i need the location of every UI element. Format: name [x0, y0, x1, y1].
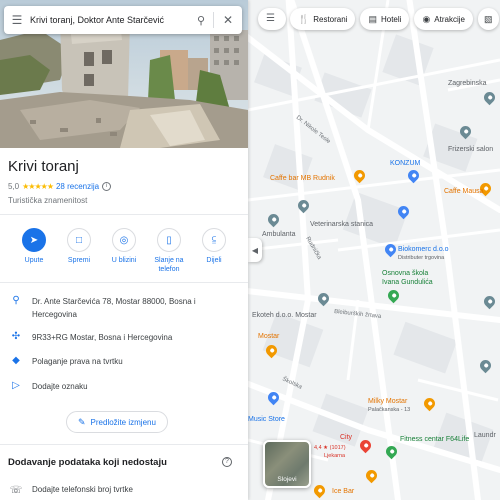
nearby-button[interactable]: ◎ U blizini: [104, 228, 144, 274]
directions-icon: ➤: [22, 228, 46, 252]
share-button[interactable]: ⫅ Dijeli: [194, 228, 234, 274]
bookmark-icon: □: [67, 228, 91, 252]
map-label-milky: Milky Mostar: [368, 398, 408, 405]
chevron-left-icon: ◀: [251, 245, 259, 255]
menu-icon[interactable]: ☰: [4, 13, 30, 27]
send-to-phone-button[interactable]: ▯ Slanje na telefon: [149, 228, 189, 274]
more-icon: ▧: [483, 13, 493, 24]
map-label-veterinarska: Veterinarska stanica: [310, 221, 374, 228]
plus-code-row[interactable]: ✣ 9R33+RG Mostar, Bosna i Hercegovina: [0, 331, 248, 344]
chip-hotels-label: Hoteli: [380, 14, 402, 24]
map-label-biokomerc-sub: Distributer trgovina: [398, 255, 445, 261]
save-button[interactable]: □ Spremi: [59, 228, 99, 274]
map-label-biokomerc: Biokomerc d.o.o: [398, 246, 449, 253]
label-icon: ▷: [12, 380, 20, 391]
map-label-palackanska: Palačkanska - 13: [368, 407, 411, 413]
add-phone-row[interactable]: ☏ Dodajte telefonski broj tvrtke: [0, 485, 133, 496]
map-label-laundry: Laundr: [474, 432, 496, 439]
close-icon[interactable]: ✕: [214, 13, 242, 27]
share-icon: ⫅: [202, 228, 226, 252]
collapse-panel-button[interactable]: ◀: [248, 238, 262, 262]
divider: [0, 444, 248, 445]
rating-stars: ★★★★★: [22, 182, 54, 191]
phone-icon: ☏: [9, 485, 23, 496]
nearby-icon: ◎: [112, 228, 136, 252]
chip-more[interactable]: ▧: [477, 8, 499, 30]
help-icon[interactable]: ?: [222, 457, 232, 467]
map-label-mostar: Mostar: [258, 333, 280, 340]
missing-info-heading: Dodavanje podataka koji nedostaju: [8, 457, 167, 468]
map-label-music-store: Music Store: [248, 416, 285, 423]
plus-code-icon: ✣: [11, 331, 21, 342]
chip-attractions[interactable]: ◉ Atrakcije: [414, 8, 473, 30]
place-title: Krivi toranj: [8, 158, 79, 175]
pencil-icon: ✎: [78, 416, 86, 427]
rating-row: 5,0 ★★★★★ 28 recenzija i: [8, 182, 112, 191]
map-label-ambulanta: Ambulanta: [262, 231, 296, 238]
map-label-frizerski: Frizerski salon: [448, 146, 494, 153]
place-panel: ☰ ⚲ ✕ Krivi toranj 5,0 ★★★★★ 28 recenzij…: [0, 0, 248, 500]
claim-business-row[interactable]: ◆ Polaganje prava na tvrtku: [0, 355, 248, 368]
nearby-label: U blizini: [111, 257, 137, 264]
send-to-phone-label: Slanje na telefon: [154, 257, 184, 273]
chip-attractions-label: Atrakcije: [434, 14, 465, 24]
directions-button[interactable]: ➤ Upute: [14, 228, 54, 274]
chip-restaurants[interactable]: 🍴 Restorani: [290, 8, 356, 30]
map-label-caffe-rudnik: Caffe bar MB Rudnik: [270, 175, 335, 182]
divider: [0, 214, 248, 215]
map-label-city: City: [340, 434, 353, 441]
map-label-city-rating: 4,4 ★ (1017): [314, 445, 346, 451]
claim-business-text: Polaganje prava na tvrtku: [32, 357, 123, 366]
suggest-edit-button[interactable]: ✎ Predložite izmjenu: [66, 411, 168, 433]
map-canvas[interactable]: Dr. Nikole Tesle Rudnička Bleiburških žr…: [248, 0, 500, 500]
layers-button[interactable]: Slojevi: [263, 440, 311, 488]
maps-app: Dr. Nikole Tesle Rudnička Bleiburških žr…: [0, 0, 500, 500]
map-label-caffe-mausa: Caffe Mausa: [444, 188, 484, 195]
map-roads: Dr. Nikole Tesle Rudnička Bleiburških žr…: [248, 0, 500, 500]
category-chips: 🍴 Restorani ▤ Hoteli ◉ Atrakcije ▧: [290, 8, 499, 30]
camera-icon: ◉: [422, 13, 431, 24]
place-photo[interactable]: ☰ ⚲ ✕: [0, 0, 248, 148]
send-to-phone-icon: ▯: [157, 228, 181, 252]
map-label-konzum: KONZUM: [390, 160, 421, 167]
bed-icon: ▤: [368, 13, 377, 24]
map-menu-chip[interactable]: ☰: [258, 8, 286, 30]
map-label-zagrebinska: Zagrebinska: [448, 80, 487, 87]
search-icon[interactable]: ⚲: [189, 14, 213, 27]
add-label-text: Dodajte oznaku: [32, 382, 88, 391]
directions-label: Upute: [24, 257, 44, 264]
map-label-city-sub: Ljekarna: [324, 453, 346, 459]
menu-icon: ☰: [266, 13, 275, 24]
map-label-fitness: Fitness centar F64Life: [400, 436, 470, 443]
chip-hotels[interactable]: ▤ Hoteli: [360, 8, 410, 30]
reviews-link[interactable]: 28 recenzija: [56, 182, 99, 191]
add-label-row[interactable]: ▷ Dodajte oznaku: [0, 380, 248, 393]
save-label: Spremi: [67, 257, 91, 264]
layers-label: Slojevi: [277, 476, 297, 483]
location-pin-icon: ⚲: [12, 295, 20, 306]
map-label-skola-2: Ivana Gundulića: [382, 279, 433, 286]
map-label-ekoteh: Ekoteh d.o.o. Mostar: [252, 312, 317, 319]
search-box[interactable]: ☰ ⚲ ✕: [4, 6, 242, 34]
address-text: Dr. Ante Starčevića 78, Mostar 88000, Bo…: [32, 297, 196, 319]
place-category[interactable]: Turistička znamenitost: [8, 196, 87, 205]
search-input[interactable]: [30, 15, 189, 25]
share-label: Dijeli: [206, 257, 222, 264]
plus-code-text: 9R33+RG Mostar, Bosna i Hercegovina: [32, 333, 173, 342]
suggest-edit-label: Predložite izmjenu: [90, 417, 156, 427]
rating-value: 5,0: [8, 182, 20, 191]
chip-restaurants-label: Restorani: [313, 14, 348, 24]
address-row[interactable]: ⚲ Dr. Ante Starčevića 78, Mostar 88000, …: [0, 295, 248, 321]
fork-knife-icon: 🍴: [298, 13, 310, 24]
map-label-skola: Osnovna škola: [382, 270, 429, 277]
info-icon[interactable]: i: [102, 182, 112, 191]
shield-icon: ◆: [12, 355, 20, 366]
map-label-ice-bar: Ice Bar: [332, 488, 355, 495]
divider: [0, 282, 248, 283]
action-buttons: ➤ Upute □ Spremi ◎ U blizini ▯ Slanje na…: [14, 228, 234, 274]
add-phone-text: Dodajte telefonski broj tvrtke: [32, 485, 133, 494]
